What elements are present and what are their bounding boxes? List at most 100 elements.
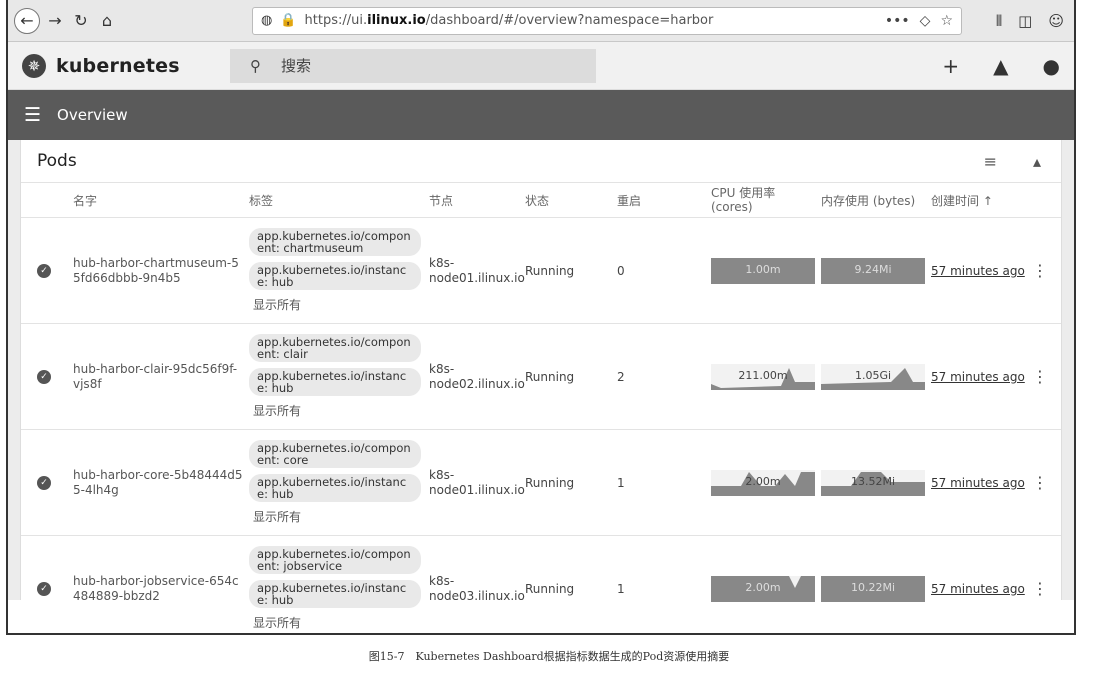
pods-card-title: Pods	[37, 151, 77, 171]
cpu-sparkline: 2.00m	[711, 469, 815, 496]
check-circle-icon: ✓	[37, 263, 51, 278]
figure-caption: 图15-7 Kubernetes Dashboard根据指标数据生成的Pod资源…	[368, 650, 730, 663]
cpu-sparkline: 211.00m	[711, 363, 815, 390]
content-area: Pods ≡ ▴ 名字 标签 节点 状态 重启 CPU 使用率 (cores) …	[8, 140, 1074, 630]
column-memory: 内存使用 (bytes)	[821, 193, 916, 208]
url-text: https://ui.ilinux.io/dashboard/#/overvie…	[304, 13, 714, 28]
browser-window: ← → ↻ ⌂ ◍ 🔒 https://ui.ilinux.io/dashboa…	[6, 0, 1076, 635]
label-chip: app.kubernetes.io/instance: hub	[249, 580, 421, 609]
show-all-link[interactable]: 显示所有	[249, 296, 429, 313]
user-account-icon[interactable]: ●	[1043, 54, 1060, 78]
column-cpu: CPU 使用率 (cores)	[711, 185, 776, 214]
create-plus-icon[interactable]: +	[942, 54, 959, 78]
lock-icon: 🔒	[280, 13, 297, 28]
pod-status: Running	[525, 475, 575, 490]
restart-count: 0	[617, 263, 625, 278]
cpu-usage-value: 2.00m	[745, 580, 781, 594]
show-all-link[interactable]: 显示所有	[249, 402, 429, 419]
cpu-usage-value: 1.00m	[745, 262, 781, 276]
node-name[interactable]: k8s-node01.ilinux.io	[429, 256, 525, 285]
more-vert-icon[interactable]: ⋮	[1032, 367, 1048, 386]
created-age-link[interactable]: 57 minutes ago	[931, 370, 1025, 384]
account-icon[interactable]: ☺	[1048, 12, 1064, 30]
pod-status: Running	[525, 581, 575, 596]
show-all-link[interactable]: 显示所有	[249, 614, 429, 631]
column-created[interactable]: 创建时间 ↑	[931, 192, 1025, 209]
reload-button[interactable]: ↻	[70, 9, 92, 33]
label-chip: app.kubernetes.io/instance: hub	[249, 262, 421, 291]
column-node[interactable]: 节点	[429, 192, 525, 209]
memory-usage-value: 9.24Mi	[854, 262, 892, 276]
show-all-link[interactable]: 显示所有	[249, 508, 429, 525]
brand-title[interactable]: kubernetes	[56, 55, 180, 77]
created-age-link[interactable]: 57 minutes ago	[931, 476, 1025, 490]
node-name[interactable]: k8s-node01.ilinux.io	[429, 468, 525, 497]
back-button[interactable]: ←	[14, 7, 40, 34]
library-icon[interactable]: ⫴	[996, 12, 1002, 30]
cpu-usage-value: 211.00m	[738, 368, 788, 382]
pod-status: Running	[525, 263, 575, 278]
memory-sparkline: 9.24Mi	[821, 257, 925, 284]
pod-name[interactable]: hub-harbor-chartmuseum-55fd66dbbb-9n4b5	[65, 256, 249, 286]
check-circle-icon: ✓	[37, 369, 51, 384]
memory-usage-value: 10.22Mi	[850, 580, 896, 594]
label-chip: app.kubernetes.io/component: jobservice	[249, 545, 421, 574]
home-button[interactable]: ⌂	[96, 9, 118, 33]
label-chip: app.kubernetes.io/instance: hub	[249, 474, 421, 503]
table-row[interactable]: ✓ hub-harbor-chartmuseum-55fd66dbbb-9n4b…	[21, 218, 1061, 324]
table-row[interactable]: ✓ hub-harbor-clair-95dc56f9f-vjs8f app.k…	[21, 324, 1061, 430]
column-name[interactable]: 名字	[65, 192, 249, 209]
memory-sparkline: 10.22Mi	[821, 575, 925, 602]
more-vert-icon[interactable]: ⋮	[1032, 473, 1048, 492]
notification-bell-icon[interactable]: ▲	[993, 54, 1008, 78]
restart-count: 1	[617, 581, 625, 596]
pocket-icon[interactable]: ◇	[920, 13, 931, 29]
column-labels: 标签	[249, 193, 274, 208]
page-title: Overview	[57, 106, 128, 124]
restart-count: 1	[617, 475, 625, 490]
shield-icon: ◍	[261, 13, 273, 28]
memory-sparkline: 1.05Gi	[821, 363, 925, 390]
more-icon[interactable]: •••	[885, 13, 910, 29]
table-row[interactable]: ✓ hub-harbor-core-5b48444d55-4lh4g app.k…	[21, 430, 1061, 536]
filter-icon[interactable]: ≡	[984, 152, 997, 171]
cpu-sparkline: 1.00m	[711, 257, 815, 284]
pod-name[interactable]: hub-harbor-core-5b48444d55-4lh4g	[65, 468, 249, 498]
created-age-link[interactable]: 57 minutes ago	[931, 582, 1025, 596]
cpu-usage-value: 2.00m	[745, 474, 781, 488]
column-status[interactable]: 状态	[525, 192, 617, 209]
created-age-link[interactable]: 57 minutes ago	[931, 264, 1025, 278]
label-chip: app.kubernetes.io/component: chartmuseum	[249, 227, 421, 256]
label-chip: app.kubernetes.io/component: core	[249, 439, 421, 468]
pod-name[interactable]: hub-harbor-jobservice-654c484889-bbzd2	[65, 574, 249, 604]
node-name[interactable]: k8s-node03.ilinux.io	[429, 574, 525, 603]
more-vert-icon[interactable]: ⋮	[1032, 261, 1048, 280]
pod-name[interactable]: hub-harbor-clair-95dc56f9f-vjs8f	[65, 362, 249, 392]
table-row[interactable]: ✓ hub-harbor-jobservice-654c484889-bbzd2…	[21, 536, 1061, 633]
memory-sparkline: 13.52Mi	[821, 469, 925, 496]
check-circle-icon: ✓	[37, 581, 51, 596]
more-vert-icon[interactable]: ⋮	[1032, 579, 1048, 598]
app-header: ✵ kubernetes ⚲ 搜索 + ▲ ●	[8, 42, 1074, 90]
check-circle-icon: ✓	[37, 475, 51, 490]
table-header: 名字 标签 节点 状态 重启 CPU 使用率 (cores) 内存使用 (byt…	[21, 182, 1061, 218]
search-icon: ⚲	[250, 56, 261, 75]
restart-count: 2	[617, 369, 625, 384]
bookmark-star-icon[interactable]: ☆	[940, 13, 953, 29]
memory-usage-value: 1.05Gi	[854, 368, 892, 382]
cpu-sparkline: 2.00m	[711, 575, 815, 602]
url-bar[interactable]: ◍ 🔒 https://ui.ilinux.io/dashboard/#/ove…	[252, 6, 962, 35]
column-restarts[interactable]: 重启	[617, 192, 711, 209]
sort-arrow-icon[interactable]: ↑	[983, 194, 993, 208]
pod-status: Running	[525, 369, 575, 384]
sidebar-icon[interactable]: ◫	[1018, 12, 1032, 30]
search-input[interactable]: ⚲ 搜索	[230, 48, 596, 83]
forward-button[interactable]: →	[44, 9, 66, 33]
kubernetes-logo-icon[interactable]: ✵	[22, 53, 46, 78]
label-chip: app.kubernetes.io/component: clair	[249, 333, 421, 362]
collapse-icon[interactable]: ▴	[1033, 152, 1041, 171]
node-name[interactable]: k8s-node02.ilinux.io	[429, 362, 525, 391]
pods-card: Pods ≡ ▴ 名字 标签 节点 状态 重启 CPU 使用率 (cores) …	[20, 140, 1062, 630]
menu-icon[interactable]: ☰	[24, 104, 41, 126]
label-chip: app.kubernetes.io/instance: hub	[249, 368, 421, 397]
